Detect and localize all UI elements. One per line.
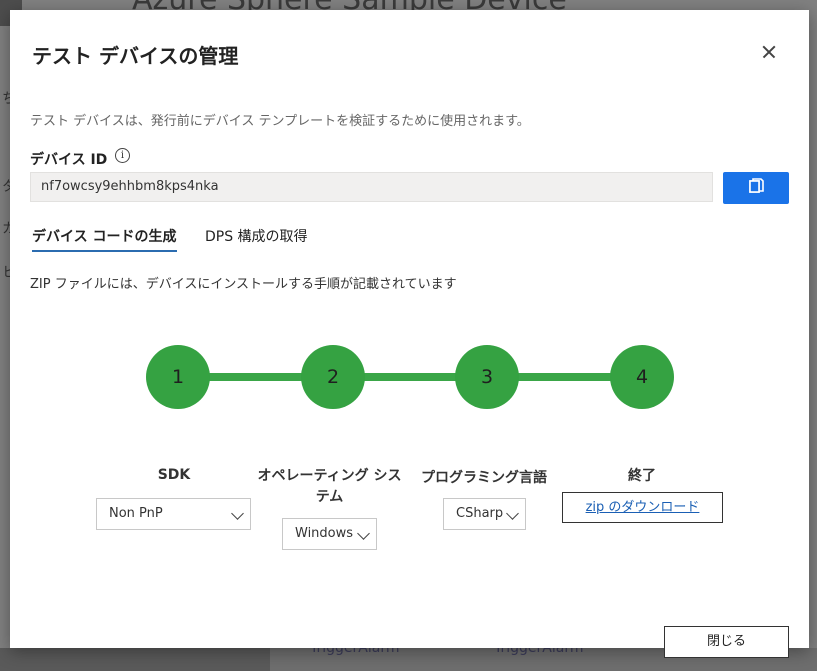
download-zip-button[interactable]: zip のダウンロード	[562, 492, 723, 523]
copy-icon	[749, 178, 764, 193]
os-label: オペレーティング システム	[257, 468, 402, 505]
copy-button[interactable]	[723, 172, 789, 204]
active-tab-indicator	[32, 250, 177, 252]
sdk-label: SDK	[157, 467, 191, 483]
zip-note: ZIP ファイルには、デバイスにインストールする手順が記載されています	[30, 277, 457, 292]
step-2-circle: 2	[301, 345, 365, 409]
info-icon[interactable]: i	[115, 148, 130, 163]
step-progress-line	[178, 373, 643, 381]
chevron-down-icon	[506, 507, 519, 520]
close-icon[interactable]	[757, 40, 781, 64]
tab-get-dps-config[interactable]: DPS 構成の取得	[205, 226, 308, 246]
dialog-title: テスト デバイスの管理	[32, 44, 239, 68]
step-4-circle: 4	[610, 345, 674, 409]
device-id-label: デバイス ID	[30, 152, 108, 168]
close-button[interactable]: 閉じる	[664, 626, 789, 658]
language-label: プログラミング言語	[421, 470, 547, 486]
sdk-selected-value: Non PnP	[109, 506, 163, 521]
background-sidebar	[0, 648, 270, 671]
os-selected-value: Windows	[295, 526, 354, 541]
chevron-down-icon	[231, 507, 244, 520]
finish-label: 終了	[628, 468, 656, 484]
language-dropdown[interactable]: CSharp	[443, 498, 526, 530]
language-selected-value: CSharp	[456, 506, 504, 521]
sdk-dropdown[interactable]: Non PnP	[96, 498, 251, 530]
device-id-field[interactable]: nf7owcsy9ehhbm8kps4nka	[30, 172, 713, 202]
dialog-description: テスト デバイスは、発行前にデバイス テンプレートを検証するために使用されます。	[30, 114, 530, 129]
chevron-down-icon	[357, 527, 370, 540]
step-3-circle: 3	[455, 345, 519, 409]
step-1-circle: 1	[146, 345, 210, 409]
tab-generate-device-code[interactable]: デバイス コードの生成	[32, 226, 176, 246]
manage-test-device-dialog: テスト デバイスの管理 テスト デバイスは、発行前にデバイス テンプレートを検証…	[10, 10, 809, 658]
os-dropdown[interactable]: Windows	[282, 518, 377, 550]
